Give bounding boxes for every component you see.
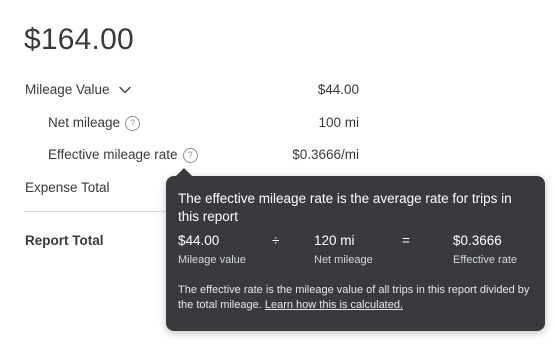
mileage-value-amount: $44.00 <box>317 82 359 97</box>
report-total-amount: $164.00 <box>24 23 134 56</box>
tooltip-description: The effective rate is the mileage value … <box>178 283 538 313</box>
effective-rate-value: $0.3666/mi <box>292 147 359 162</box>
calc-net-mileage: 120 mi Net mileage <box>314 232 373 272</box>
tooltip-title: The effective mileage rate is the averag… <box>178 191 512 224</box>
learn-how-calculated-link[interactable]: Learn how this is calculated. <box>265 299 403 311</box>
calc-effective-rate: $0.3666 Effective rate <box>453 232 517 272</box>
calc-mileage-value-caption: Mileage value <box>178 254 246 266</box>
net-mileage-help-icon[interactable]: ? <box>125 115 141 131</box>
mileage-value-label: Mileage Value <box>25 82 110 97</box>
effective-rate-label: Effective mileage rate <box>48 147 178 162</box>
mileage-value-toggle[interactable]: Mileage Value <box>25 80 132 100</box>
totals-divider <box>24 211 174 212</box>
report-total-label: Report Total <box>25 233 104 248</box>
net-mileage-row: Net mileage ? 100 mi <box>48 113 359 133</box>
effective-rate-tooltip: The effective mileage rate is the averag… <box>166 168 545 331</box>
calc-net-mileage-caption: Net mileage <box>314 254 373 266</box>
effective-rate-help-icon[interactable]: ? <box>182 147 198 163</box>
net-mileage-label: Net mileage <box>48 115 121 130</box>
tooltip-arrow <box>176 168 192 176</box>
chevron-down-icon[interactable] <box>118 83 132 97</box>
divide-operator: ÷ <box>272 233 280 248</box>
calc-mileage-value-amount: $44.00 <box>178 233 220 248</box>
calc-effective-rate-amount: $0.3666 <box>453 233 502 248</box>
calc-mileage-value: $44.00 Mileage value <box>178 232 246 272</box>
mileage-value-row[interactable]: Mileage Value $44.00 <box>25 80 359 100</box>
net-mileage-value: 100 mi <box>318 115 359 130</box>
expense-total-label: Expense Total <box>25 180 110 195</box>
expense-total-row: Expense Total <box>25 178 165 198</box>
calc-net-mileage-amount: 120 mi <box>314 233 355 248</box>
effective-rate-row: Effective mileage rate ? $0.3666/mi <box>48 145 359 165</box>
report-total-row: Report Total <box>25 231 165 251</box>
calc-effective-rate-caption: Effective rate <box>453 254 517 266</box>
equals-operator: = <box>402 233 410 248</box>
